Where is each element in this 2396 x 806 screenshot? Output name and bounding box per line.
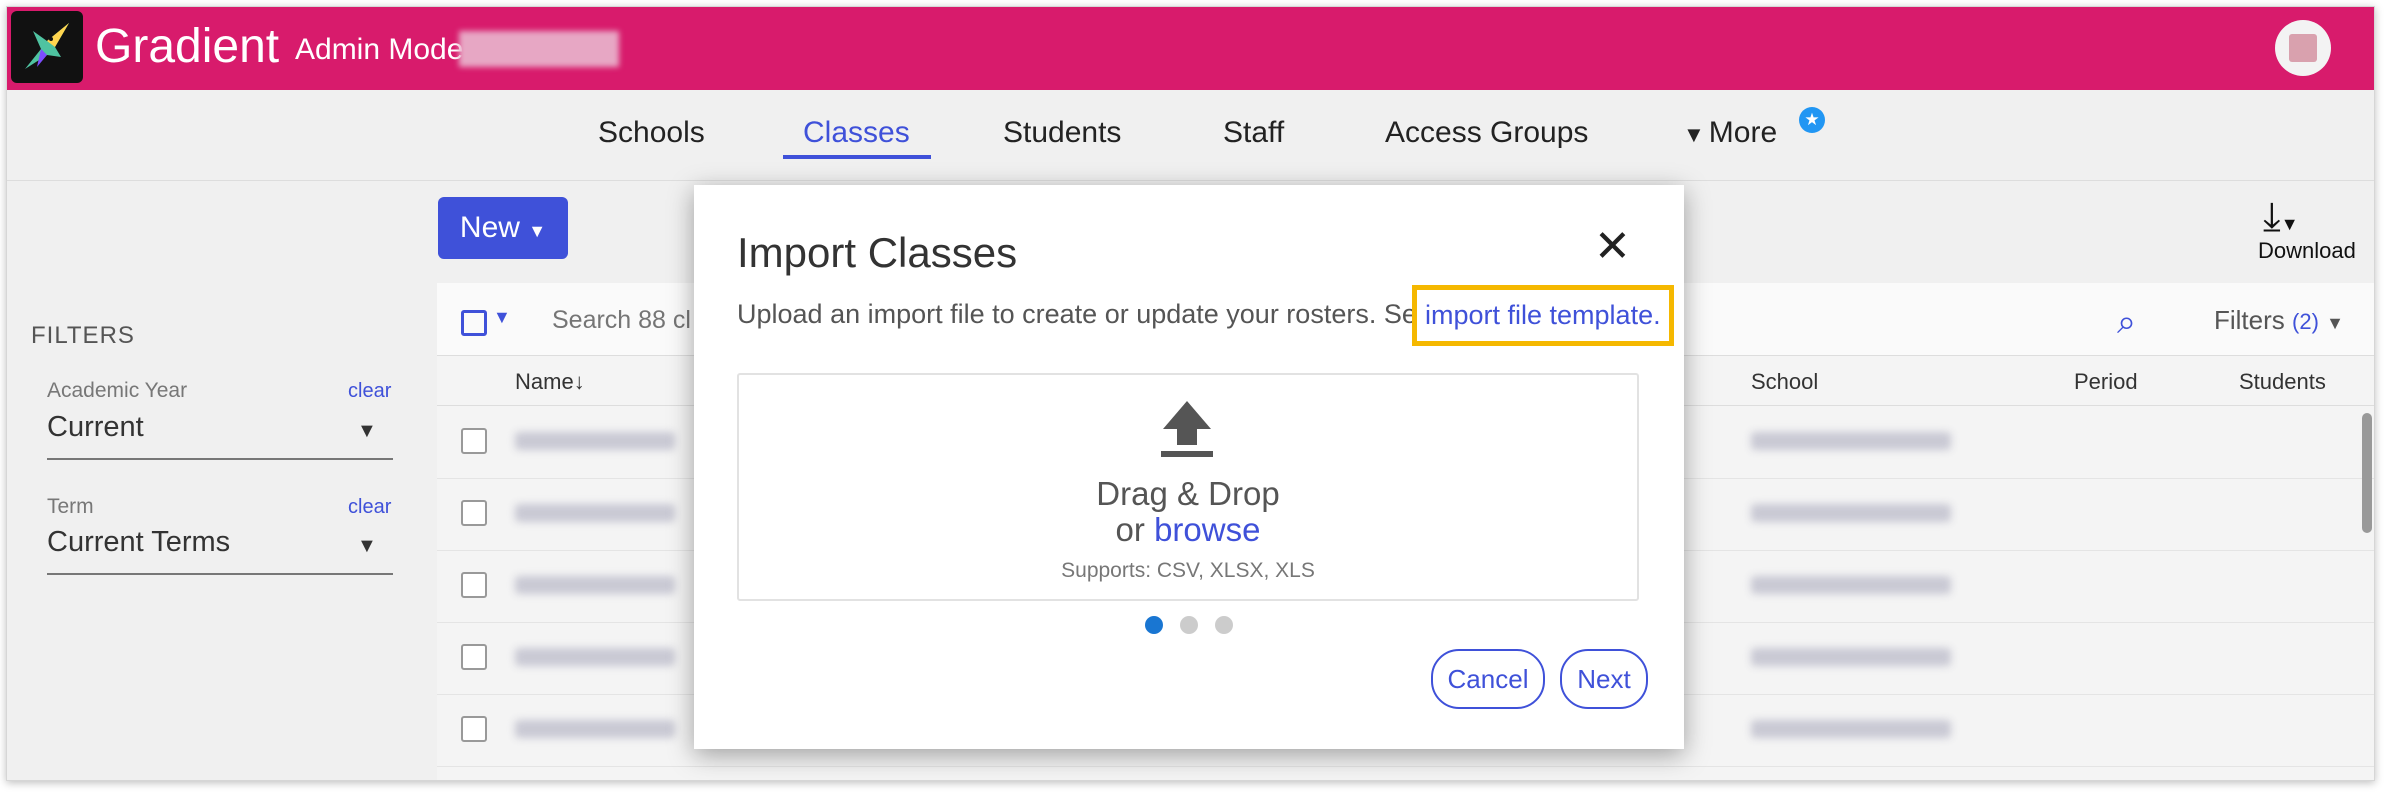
column-period[interactable]: Period (2074, 369, 2138, 395)
row-checkbox[interactable] (461, 572, 487, 598)
active-tab-indicator (783, 155, 931, 159)
column-name[interactable]: Name↓ (515, 369, 585, 395)
table-scrollbar[interactable] (2362, 413, 2372, 533)
nav-classes[interactable]: Classes (803, 116, 910, 150)
row-checkbox[interactable] (461, 500, 487, 526)
column-name-label: Name (515, 369, 574, 394)
supported-formats: Supports: CSV, XLSX, XLS (1061, 559, 1315, 582)
academic-year-clear[interactable]: clear (348, 380, 391, 403)
nav-more[interactable]: ▼ More (1683, 116, 1777, 150)
caret-down-icon: ▼ (1683, 122, 1705, 147)
download-label[interactable]: Download (2258, 238, 2356, 264)
term-select[interactable]: Current Terms (47, 526, 230, 559)
filters-title: FILTERS (31, 322, 135, 349)
star-badge-icon[interactable]: ★ (1799, 107, 1825, 133)
redacted-cell (1751, 504, 1951, 522)
academic-year-label: Academic Year (47, 379, 188, 402)
filters-count: (2) (2292, 309, 2319, 334)
new-button[interactable]: New ▼ (438, 197, 568, 259)
step-dot-active (1145, 616, 1163, 634)
term-underline (47, 573, 393, 575)
term-label: Term (47, 495, 94, 518)
caret-down-icon: ▼ (528, 221, 547, 241)
nav-more-label: More (1708, 116, 1778, 149)
browse-line: or browse (739, 511, 1637, 549)
redacted-cell (1751, 648, 1951, 666)
search-icon[interactable]: ⌕ (2117, 303, 2136, 342)
redacted-cell (515, 720, 675, 738)
user-avatar[interactable] (2275, 20, 2331, 76)
nav-staff[interactable]: Staff (1223, 116, 1284, 150)
next-button[interactable]: Next (1560, 649, 1648, 709)
import-classes-modal: Import Classes ✕ Upload an import file t… (694, 185, 1684, 749)
file-dropzone[interactable]: Drag & Drop or browse Supports: CSV, XLS… (737, 373, 1639, 601)
redacted-cell (1751, 576, 1951, 594)
redacted-cell (515, 576, 675, 594)
academic-year-underline (47, 458, 393, 460)
redacted-cell (1751, 432, 1951, 450)
caret-down-icon: ▼ (2326, 313, 2344, 333)
nav-schools[interactable]: Schools (598, 116, 705, 150)
redacted-cell (515, 648, 675, 666)
arrow-down-icon: ↓ (573, 369, 585, 394)
top-bar: Gradient Admin Mode (7, 7, 2374, 90)
modal-description: Upload an import file to create or updat… (737, 299, 1477, 329)
admin-mode-label: Admin Mode (295, 33, 464, 66)
academic-year-select[interactable]: Current (47, 411, 144, 444)
app-window: Gradient Admin Mode Schools Classes Stud… (6, 6, 2375, 781)
or-text: or (1115, 511, 1145, 548)
main-nav: Schools Classes Students Staff Access Gr… (7, 90, 2374, 181)
close-icon[interactable]: ✕ (1594, 225, 1631, 269)
caret-down-icon[interactable]: ▼ (357, 535, 377, 558)
redacted-cell (515, 432, 675, 450)
filters-button[interactable]: Filters (2) ▼ (2214, 305, 2344, 336)
upload-icon (1161, 401, 1213, 457)
modal-title: Import Classes (737, 229, 1018, 276)
row-checkbox[interactable] (461, 716, 487, 742)
hummingbird-logo-icon[interactable] (11, 11, 83, 83)
row-checkbox[interactable] (461, 644, 487, 670)
nav-students[interactable]: Students (1003, 116, 1121, 150)
import-template-link[interactable]: import file template. (1412, 285, 1674, 346)
filters-sidebar: FILTERS Academic Year clear Current ▼ Te… (7, 283, 437, 780)
avatar-image (2289, 34, 2317, 62)
caret-down-icon[interactable]: ▼ (493, 307, 511, 328)
drag-drop-text: Drag & Drop (1096, 475, 1280, 512)
row-checkbox[interactable] (461, 428, 487, 454)
select-all-checkbox[interactable] (461, 310, 487, 336)
column-students[interactable]: Students (2239, 369, 2326, 395)
new-button-label: New (459, 211, 520, 244)
column-school[interactable]: School (1751, 369, 1818, 395)
redacted-cell (1751, 720, 1951, 738)
step-indicator (1145, 616, 1250, 639)
redacted-cell (515, 504, 675, 522)
browse-link[interactable]: browse (1154, 511, 1260, 548)
redacted-user-name (459, 31, 619, 67)
step-dot (1215, 616, 1233, 634)
filters-button-label: Filters (2214, 305, 2285, 335)
step-dot (1180, 616, 1198, 634)
caret-down-icon[interactable]: ▼ (357, 420, 377, 443)
brand-name: Gradient (95, 20, 280, 73)
cancel-button[interactable]: Cancel (1431, 649, 1545, 709)
term-clear[interactable]: clear (348, 496, 391, 519)
download-icon[interactable]: ⤓▼ (2263, 195, 2299, 240)
nav-access-groups[interactable]: Access Groups (1385, 116, 1588, 150)
